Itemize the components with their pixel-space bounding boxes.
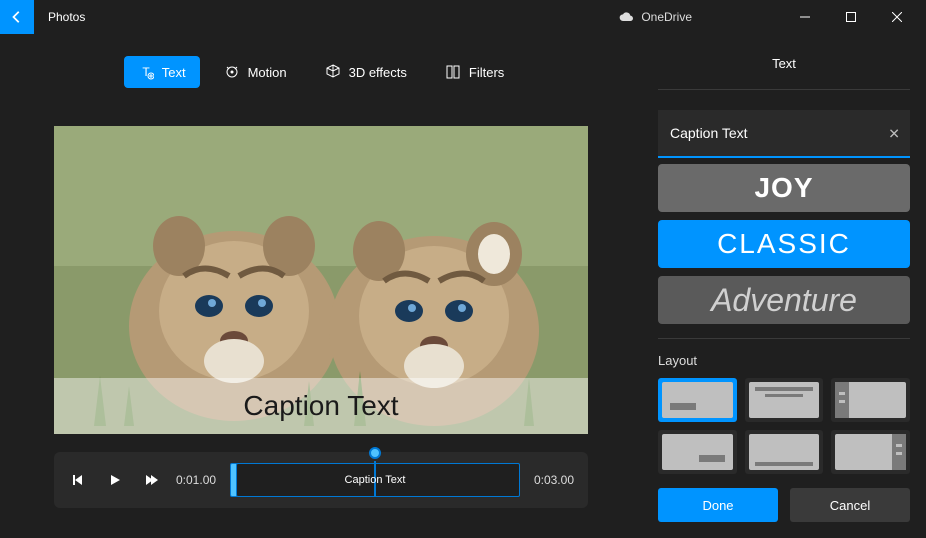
editor-toolbar: T Text Motion 3D effects Filters (124, 56, 519, 88)
time-start: 0:01.00 (176, 473, 216, 487)
playhead[interactable] (369, 447, 381, 459)
svg-text:T: T (142, 65, 150, 79)
layout-grid (658, 378, 910, 474)
clip-label: Caption Text (345, 474, 406, 486)
divider (658, 338, 910, 339)
cancel-button[interactable]: Cancel (790, 488, 910, 522)
done-button[interactable]: Done (658, 488, 778, 522)
onedrive-label: OneDrive (641, 10, 692, 24)
layout-heading: Layout (658, 353, 910, 368)
filters-icon (445, 64, 461, 80)
play-button[interactable] (104, 469, 126, 491)
time-end: 0:03.00 (534, 473, 574, 487)
layout-sidebar-left[interactable] (831, 378, 910, 422)
motion-icon (224, 64, 240, 80)
text-style-classic[interactable]: CLASSIC (658, 220, 910, 268)
layout-sidebar-right[interactable] (831, 430, 910, 474)
tab-effects-label: 3D effects (349, 65, 407, 80)
onedrive-status[interactable]: OneDrive (619, 10, 692, 24)
text-style-adventure[interactable]: Adventure (658, 276, 910, 324)
tab-motion[interactable]: Motion (210, 56, 301, 88)
layout-lower-third-right[interactable] (658, 430, 737, 474)
cloud-icon (619, 11, 635, 23)
text-style-joy[interactable]: JOY (658, 164, 910, 212)
caption-text-input[interactable] (658, 110, 910, 158)
step-forward-button[interactable] (140, 469, 162, 491)
layout-lower-third-left[interactable] (658, 378, 737, 422)
playback-bar: 0:01.00 Caption Text 0:03.00 (54, 452, 588, 508)
app-title: Photos (48, 10, 85, 24)
step-back-button[interactable] (68, 469, 90, 491)
tab-3d-effects[interactable]: 3D effects (311, 56, 421, 88)
minimize-button[interactable] (782, 0, 828, 34)
timeline-track[interactable]: Caption Text (230, 465, 520, 495)
tab-text-label: Text (162, 65, 186, 80)
tab-motion-label: Motion (248, 65, 287, 80)
clear-input-button[interactable]: ✕ (888, 126, 900, 143)
back-button[interactable] (0, 0, 34, 34)
close-button[interactable] (874, 0, 920, 34)
layout-caption-bottom[interactable] (745, 430, 824, 474)
text-icon: T (138, 64, 154, 80)
text-panel: Text ✕ JOY CLASSIC Adventure Layout Done… (642, 34, 926, 538)
tab-filters[interactable]: Filters (431, 56, 518, 88)
effects-icon (325, 64, 341, 80)
caption-overlay[interactable]: Caption Text (54, 378, 588, 434)
preview-canvas[interactable]: Caption Text (54, 126, 588, 434)
layout-title-top[interactable] (745, 378, 824, 422)
tab-text[interactable]: T Text (124, 56, 200, 88)
panel-title: Text (658, 56, 910, 90)
tab-filters-label: Filters (469, 65, 504, 80)
text-style-list: JOY CLASSIC Adventure (658, 164, 910, 324)
maximize-button[interactable] (828, 0, 874, 34)
